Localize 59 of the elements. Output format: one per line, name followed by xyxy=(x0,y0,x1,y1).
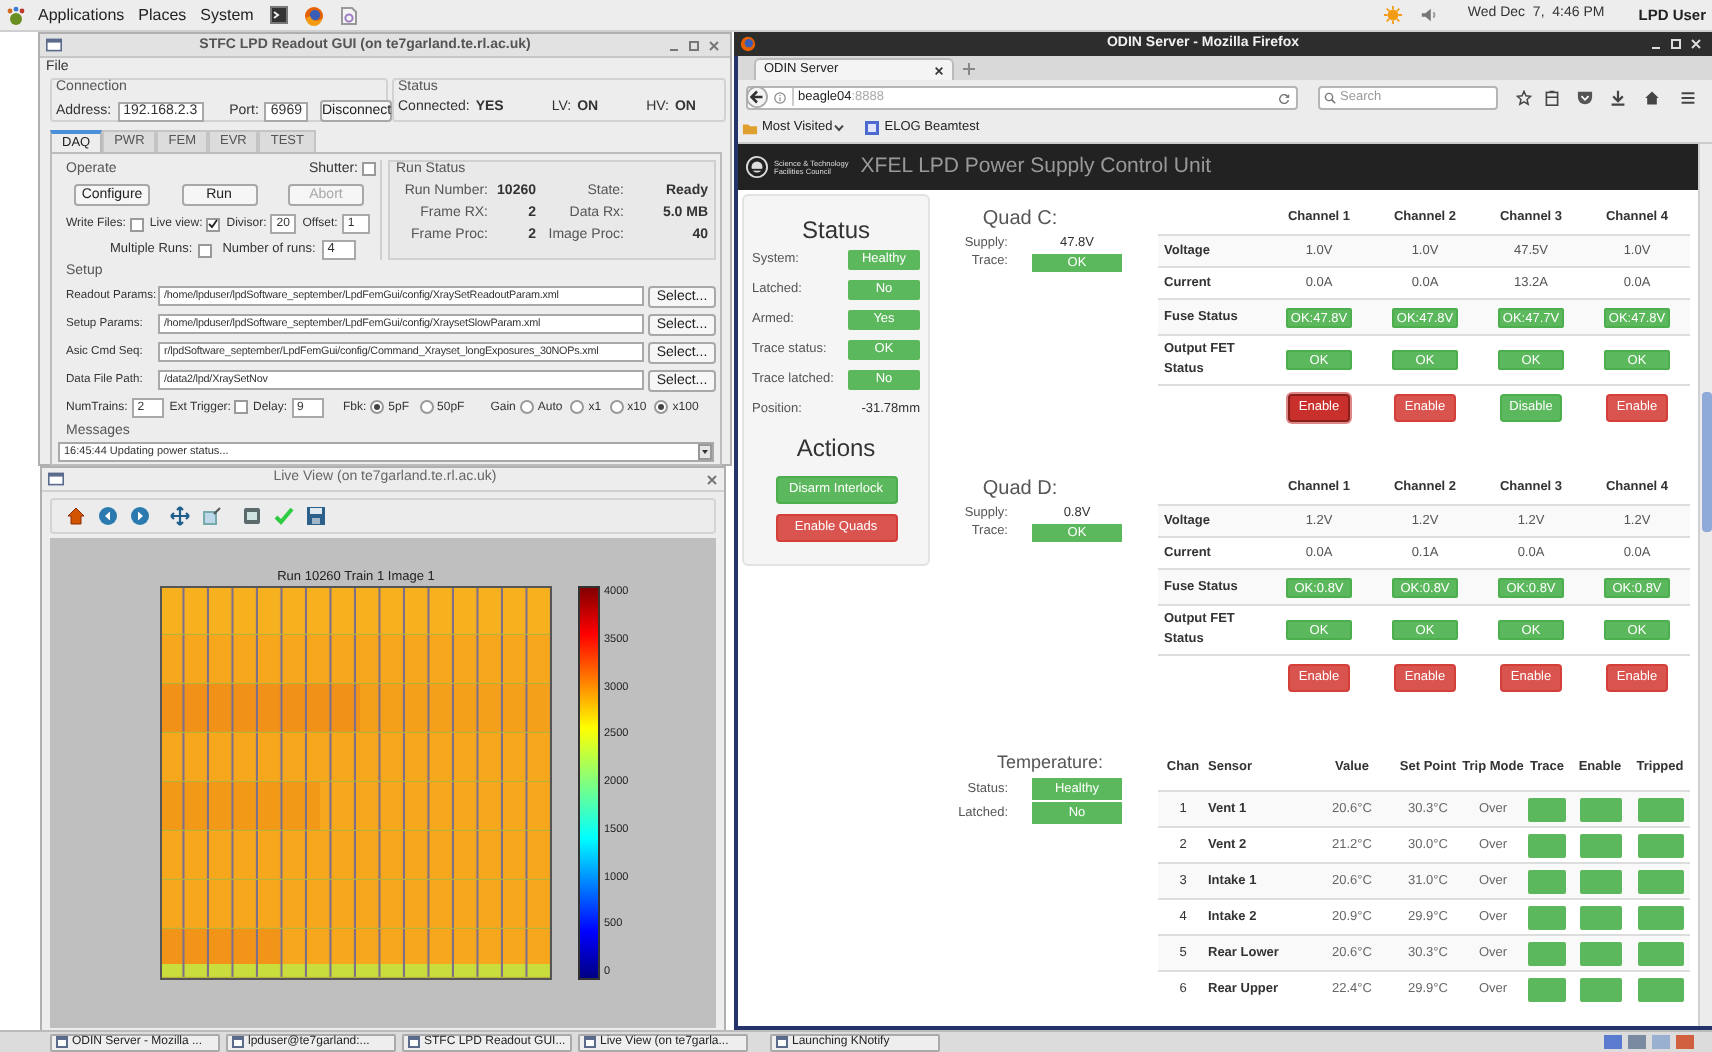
checkbox[interactable] xyxy=(234,400,249,414)
window-icon xyxy=(584,1036,596,1048)
window-icon xyxy=(56,1036,68,1048)
speaker-icon[interactable] xyxy=(1419,6,1438,24)
check-icon[interactable] xyxy=(274,506,294,526)
checkbox[interactable] xyxy=(198,243,213,257)
star-icon[interactable] xyxy=(1516,89,1532,105)
page-title: XFEL LPD Power Supply Control Unit xyxy=(860,151,1212,182)
radio-button[interactable] xyxy=(419,400,434,414)
info-icon[interactable] xyxy=(774,91,786,103)
search-icon xyxy=(1324,91,1336,103)
window-icon xyxy=(408,1036,420,1048)
move-icon[interactable] xyxy=(170,506,190,526)
forward-icon[interactable] xyxy=(130,506,150,526)
window-icon xyxy=(776,1036,788,1048)
window-icon xyxy=(48,472,64,486)
menu-item[interactable]: Applications xyxy=(36,3,127,27)
menu-icon[interactable] xyxy=(1680,89,1696,105)
reload-icon[interactable] xyxy=(1278,91,1290,103)
section-title: Quad C: xyxy=(980,206,1060,234)
checkbox[interactable] xyxy=(362,162,376,176)
clipboard-icon[interactable] xyxy=(1544,89,1560,105)
download-icon[interactable] xyxy=(1610,89,1626,105)
menu-item[interactable]: Places xyxy=(136,3,189,27)
home-icon[interactable] xyxy=(1644,89,1660,105)
radio-button[interactable] xyxy=(609,400,624,414)
section-title: Quad D: xyxy=(980,476,1060,504)
foot-icon[interactable] xyxy=(6,5,26,25)
firefox-icon xyxy=(740,36,756,52)
firefox-icon[interactable] xyxy=(303,5,324,25)
radio-button[interactable] xyxy=(519,400,534,414)
checkbox[interactable] xyxy=(206,217,221,231)
scroll-thumb[interactable] xyxy=(1702,392,1712,532)
home-icon[interactable] xyxy=(66,506,86,526)
tray-icons-drawing xyxy=(1604,1034,1700,1050)
card-title: Status xyxy=(799,216,873,244)
zoom-rectangle-icon[interactable] xyxy=(202,506,222,526)
folder-icon xyxy=(742,121,758,135)
save-icon[interactable] xyxy=(306,506,326,526)
menu-item[interactable]: System xyxy=(198,3,256,27)
checkbox[interactable] xyxy=(129,217,144,231)
bookmark-page-icon xyxy=(864,120,881,136)
radio-button[interactable] xyxy=(570,400,585,414)
card-title: Actions xyxy=(794,434,878,462)
logo-icon xyxy=(746,156,768,178)
radio-button[interactable] xyxy=(370,400,385,414)
plus-icon[interactable] xyxy=(962,62,976,76)
terminal-icon[interactable] xyxy=(269,6,288,24)
back-icon[interactable] xyxy=(746,86,768,108)
pocket-icon[interactable] xyxy=(1576,89,1594,105)
window-icon xyxy=(46,38,62,52)
configure-icon[interactable] xyxy=(242,506,262,526)
window-icon xyxy=(232,1036,244,1048)
section-title: Temperature: xyxy=(994,750,1106,776)
document-icon[interactable] xyxy=(339,5,358,25)
scroll-arrow-icon[interactable] xyxy=(698,444,712,460)
chevron-icon xyxy=(834,124,845,132)
close-icon[interactable] xyxy=(934,65,944,75)
radio-button[interactable] xyxy=(654,400,669,414)
